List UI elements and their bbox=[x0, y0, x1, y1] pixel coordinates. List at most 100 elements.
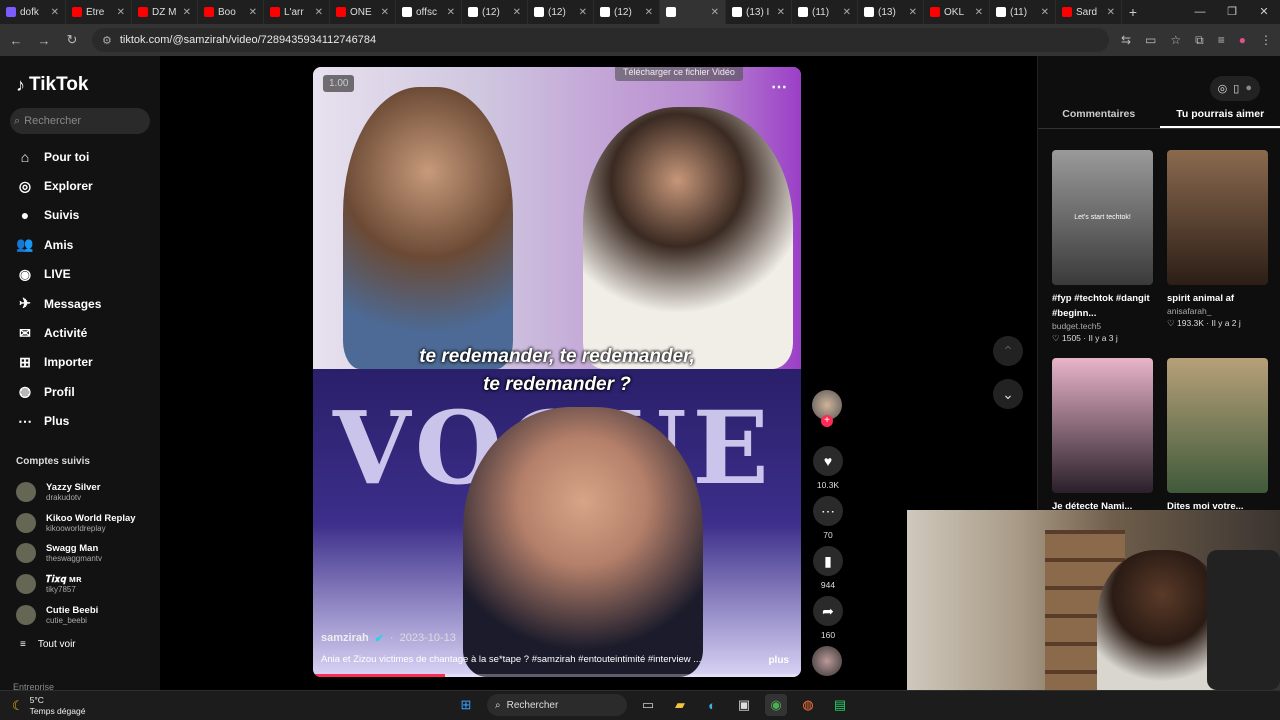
taskbar-search[interactable]: ⌕ Rechercher bbox=[487, 694, 627, 716]
task-view-icon[interactable]: ▭ bbox=[637, 694, 659, 716]
sidebar-item-suivis[interactable]: ● Suivis bbox=[0, 201, 160, 230]
caption-more-button[interactable]: plus bbox=[768, 655, 789, 666]
maximize-icon[interactable]: ❐ bbox=[1216, 0, 1248, 24]
video-thumbnail[interactable] bbox=[1167, 150, 1268, 285]
file-explorer-icon[interactable]: ▰ bbox=[669, 694, 691, 716]
sidebar-item-pour-toi[interactable]: ⌂ Pour toi bbox=[0, 142, 160, 171]
video-thumbnail[interactable] bbox=[1167, 358, 1268, 493]
windows-start-icon[interactable]: ⊞ bbox=[455, 694, 477, 716]
browser-tab[interactable]: (12) ✕ bbox=[594, 0, 660, 24]
tab-close-icon[interactable]: ✕ bbox=[249, 7, 257, 18]
phone-icon[interactable]: ▯ bbox=[1233, 82, 1239, 95]
download-video-banner[interactable]: Télécharger ce fichier Vidéo bbox=[615, 67, 743, 81]
previous-video-chevron-up-icon[interactable]: ⌃ bbox=[993, 336, 1023, 366]
browser-tab[interactable]: offsc ✕ bbox=[396, 0, 462, 24]
video-author[interactable]: samzirah ✔ · 2023-10-13 bbox=[321, 632, 456, 645]
video-player[interactable]: VOGUE te redemander, te redemander, te r… bbox=[313, 67, 801, 677]
sidebar-item-explorer[interactable]: ◎ Explorer bbox=[0, 171, 160, 200]
followed-account[interactable]: 𝑻𝒊𝒙𝒒 ᴍʀ tiky7857 bbox=[0, 569, 160, 600]
tiktok-logo[interactable]: ♪ TikTok bbox=[16, 74, 88, 96]
save-action[interactable]: ▮ 944 bbox=[812, 546, 844, 590]
browser-tab[interactable]: (12) ✕ bbox=[462, 0, 528, 24]
tab-close-icon[interactable]: ✕ bbox=[117, 7, 125, 18]
tab-suggestions[interactable]: Tu pourrais aimer bbox=[1159, 108, 1280, 128]
weather-widget[interactable]: ☾ 5°C Temps dégagé bbox=[12, 695, 85, 717]
tab-close-icon[interactable]: ✕ bbox=[1041, 7, 1049, 18]
tab-close-icon[interactable]: ✕ bbox=[711, 7, 719, 18]
tab-comments[interactable]: Commentaires bbox=[1038, 108, 1160, 128]
author-name[interactable]: samzirah bbox=[321, 632, 369, 645]
sidebar-item-messages[interactable]: ✈ Messages bbox=[0, 289, 160, 318]
suggested-video-card[interactable]: Dites moi votre... bbox=[1167, 358, 1268, 514]
music-disc-avatar[interactable] bbox=[812, 646, 842, 676]
forward-icon[interactable]: → bbox=[36, 33, 52, 48]
followed-account[interactable]: Yazzy Silver drakudotv bbox=[0, 477, 160, 508]
browser-menu-icon[interactable]: ⋮ bbox=[1260, 33, 1272, 48]
bookmark-star-icon[interactable]: ☆ bbox=[1170, 33, 1181, 48]
reload-icon[interactable]: ↻ bbox=[64, 32, 80, 48]
playback-speed-badge[interactable]: 1.00 bbox=[323, 75, 355, 92]
sidebar-item-amis[interactable]: 👥 Amis bbox=[0, 230, 160, 259]
see-all-link[interactable]: ≡ Tout voir bbox=[20, 639, 76, 650]
minimize-icon[interactable]: — bbox=[1184, 0, 1216, 24]
follow-plus-icon[interactable]: + bbox=[821, 415, 833, 427]
profile-avatar-icon[interactable]: ● bbox=[1239, 33, 1246, 48]
tab-close-icon[interactable]: ✕ bbox=[513, 7, 521, 18]
video-author[interactable]: anisafarah_ bbox=[1167, 306, 1268, 316]
tab-close-icon[interactable]: ✕ bbox=[579, 7, 587, 18]
comment-action[interactable]: ⋯ 70 bbox=[812, 496, 844, 540]
browser-tab[interactable]: (11) ✕ bbox=[990, 0, 1056, 24]
browser-tab[interactable]: (13) ✕ bbox=[858, 0, 924, 24]
browser-tab[interactable]: Sard ✕ bbox=[1056, 0, 1122, 24]
sidebar-item-plus[interactable]: ⋯ Plus bbox=[0, 407, 160, 436]
suggested-video-card[interactable]: spirit animal af anisafarah_ ♡ 193.3K · Il… bbox=[1167, 150, 1268, 344]
tab-close-icon[interactable]: ✕ bbox=[843, 7, 851, 18]
tab-close-icon[interactable]: ✕ bbox=[447, 7, 455, 18]
tab-close-icon[interactable]: ✕ bbox=[975, 7, 983, 18]
site-info-icon[interactable]: ⚙ bbox=[102, 34, 112, 47]
creator-avatar[interactable]: + bbox=[812, 390, 842, 427]
sidebar-item-activité[interactable]: ✉ Activité bbox=[0, 318, 160, 347]
tab-close-icon[interactable]: ✕ bbox=[183, 7, 191, 18]
browser-tab[interactable]: (13) I ✕ bbox=[726, 0, 792, 24]
cast-icon[interactable]: ▭ bbox=[1145, 33, 1156, 48]
user-avatar-icon[interactable]: ● bbox=[1245, 82, 1252, 95]
close-window-icon[interactable]: ✕ bbox=[1248, 0, 1280, 24]
tab-close-icon[interactable]: ✕ bbox=[381, 7, 389, 18]
followed-account[interactable]: Cutie Beebi cutie_beebi bbox=[0, 599, 160, 630]
back-icon[interactable]: ← bbox=[8, 33, 24, 48]
tab-close-icon[interactable]: ✕ bbox=[777, 7, 785, 18]
browser-tab[interactable]: dofk ✕ bbox=[0, 0, 66, 24]
suggested-video-card[interactable]: Je détecte Nami... bbox=[1052, 358, 1153, 514]
firefox-icon[interactable]: ◍ bbox=[797, 694, 819, 716]
sidebar-item-profil[interactable]: ◍ Profil bbox=[0, 377, 160, 406]
tab-close-icon[interactable]: ✕ bbox=[1107, 7, 1115, 18]
suggested-video-card[interactable]: Let's start techtok! #fyp #techtok #dangi… bbox=[1052, 150, 1153, 344]
browser-tab[interactable]: (12) ✕ bbox=[528, 0, 594, 24]
media-icon[interactable]: ≡ bbox=[1218, 33, 1225, 48]
next-video-chevron-down-icon[interactable]: ⌄ bbox=[993, 379, 1023, 409]
browser-tab[interactable]: (11) ✕ bbox=[792, 0, 858, 24]
browser-tab[interactable]: ONE ✕ bbox=[330, 0, 396, 24]
new-tab-icon[interactable]: + bbox=[1122, 4, 1144, 20]
followed-account[interactable]: Kikoo World Replay kikooworldreplay bbox=[0, 508, 160, 539]
translate-icon[interactable]: ⇆ bbox=[1121, 33, 1131, 48]
video-thumbnail[interactable]: Let's start techtok! bbox=[1052, 150, 1153, 285]
followed-account[interactable]: Swagg Man theswaggmantv bbox=[0, 538, 160, 569]
browser-tab[interactable]: OKL ✕ bbox=[924, 0, 990, 24]
share-action[interactable]: ➦ 160 bbox=[812, 596, 844, 640]
chrome-icon[interactable]: ◉ bbox=[765, 694, 787, 716]
video-more-options-icon[interactable]: ⋯ bbox=[771, 77, 787, 97]
edge-icon[interactable]: ◐ bbox=[701, 694, 723, 716]
url-field[interactable]: ⚙ tiktok.com/@samzirah/video/72894359341… bbox=[92, 28, 1109, 52]
like-action[interactable]: ♥ 10.3K bbox=[812, 446, 844, 490]
extensions-icon[interactable]: ⧉ bbox=[1195, 33, 1204, 48]
store-icon[interactable]: ▣ bbox=[733, 694, 755, 716]
video-progress-bar[interactable] bbox=[313, 674, 801, 677]
browser-tab[interactable]: DZ M ✕ bbox=[132, 0, 198, 24]
heart-icon[interactable]: ♥ bbox=[813, 446, 843, 476]
tab-close-icon[interactable]: ✕ bbox=[909, 7, 917, 18]
video-title[interactable]: #fyp #techtok #dangit #beginn... bbox=[1052, 291, 1153, 321]
compass-icon[interactable]: ◎ bbox=[1218, 82, 1228, 95]
tab-close-icon[interactable]: ✕ bbox=[645, 7, 653, 18]
